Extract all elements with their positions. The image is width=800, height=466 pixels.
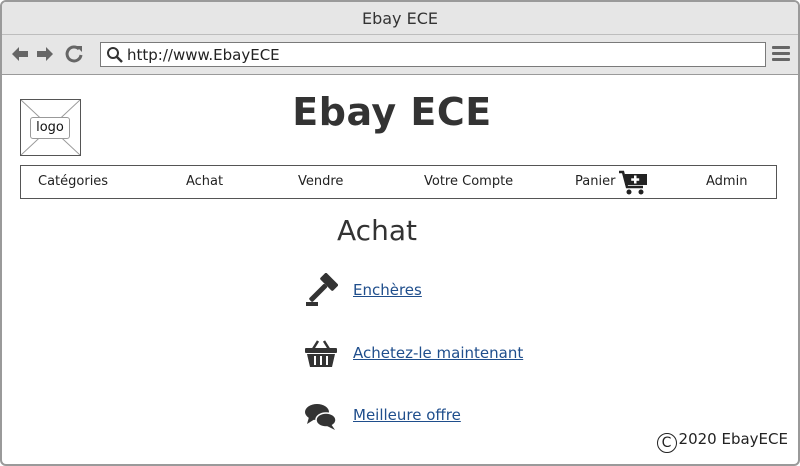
- nav-panier[interactable]: Panier: [575, 174, 615, 189]
- chat-bubbles-icon[interactable]: [304, 402, 338, 432]
- address-bar[interactable]: [100, 42, 766, 67]
- hamburger-menu-icon[interactable]: [772, 46, 790, 62]
- forward-arrow-icon[interactable]: [35, 43, 55, 65]
- reload-icon[interactable]: [64, 43, 84, 65]
- back-arrow-icon[interactable]: [10, 43, 30, 65]
- url-input[interactable]: [127, 45, 727, 65]
- nav-achat[interactable]: Achat: [186, 174, 223, 189]
- window-title: Ebay ECE: [2, 2, 798, 35]
- footer-text: 2020 EbayECE: [678, 430, 788, 448]
- page-heading: Achat: [337, 214, 417, 247]
- meilleure-offre-link[interactable]: Meilleure offre: [353, 406, 461, 424]
- logo[interactable]: logo: [20, 99, 81, 156]
- encheres-link[interactable]: Enchères: [353, 281, 422, 299]
- gavel-icon[interactable]: [304, 273, 338, 307]
- achetez-maintenant-link[interactable]: Achetez-le maintenant: [353, 344, 523, 362]
- nav-admin[interactable]: Admin: [706, 174, 747, 189]
- footer-copyright: C 2020 EbayECE: [656, 430, 788, 453]
- site-title: Ebay ECE: [292, 90, 492, 134]
- basket-icon[interactable]: [304, 339, 338, 369]
- browser-window: Ebay ECE http://www.EbayECE logo Ebay EC…: [0, 0, 800, 466]
- browser-toolbar: [2, 35, 798, 75]
- logo-label: logo: [30, 117, 70, 139]
- nav-vendre[interactable]: Vendre: [298, 174, 343, 189]
- search-icon: [107, 47, 123, 63]
- nav-votre-compte[interactable]: Votre Compte: [424, 174, 513, 189]
- copyright-icon: C: [656, 433, 677, 453]
- main-navigation: Catégories Achat Vendre Votre Compte Pan…: [20, 165, 777, 199]
- cart-plus-icon[interactable]: [618, 170, 650, 196]
- nav-categories[interactable]: Catégories: [38, 174, 108, 189]
